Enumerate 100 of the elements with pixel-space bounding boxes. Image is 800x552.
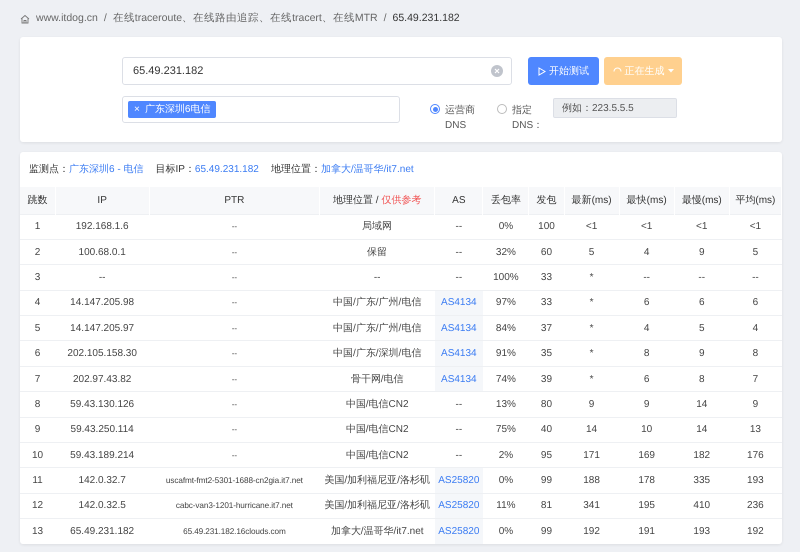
column-header: PTR — [224, 194, 244, 206]
table-cell: 骨干网/电信 — [350, 374, 404, 385]
table-cell: 59.43.130.126 — [70, 398, 134, 410]
table-cell: 7 — [34, 374, 40, 385]
play-icon — [538, 66, 546, 76]
table-cell: 191 — [638, 526, 655, 538]
table-cell: 192.168.1.6 — [76, 221, 129, 232]
column-header: 跳数 — [27, 194, 48, 206]
radio-label: 指定 DNS： — [512, 104, 544, 133]
clear-icon[interactable] — [491, 65, 503, 77]
remove-tag-icon[interactable]: × — [134, 102, 140, 117]
table-cell: 59.43.189.214 — [70, 450, 134, 461]
table-cell: 65.49.231.182.16clouds.com — [183, 527, 286, 536]
table-cell: -- — [232, 400, 238, 409]
table-cell: 192 — [583, 526, 600, 538]
info-label: 地理位置： — [270, 164, 321, 175]
table-cell: -- — [455, 450, 462, 461]
info-value: 加拿大/温哥华/it7.net — [320, 164, 414, 175]
table-cell: 8 — [34, 398, 40, 410]
table-cell: 0% — [498, 526, 514, 538]
table-cell: 14 — [696, 424, 708, 436]
table-cell: 0% — [498, 475, 514, 486]
radio-button[interactable] — [430, 104, 440, 114]
table-cell: 10 — [32, 450, 44, 461]
info-value: 广东深圳6 - 电信 — [69, 164, 144, 175]
table-cell: 192 — [747, 526, 764, 538]
breadcrumb-separator: / — [384, 10, 386, 26]
table-cell: 99 — [540, 526, 552, 538]
table-cell: 9 — [34, 424, 40, 436]
column-header-note: 仅供参考 — [381, 194, 422, 206]
breadcrumb-separator: / — [104, 10, 107, 26]
table-cell: 13% — [496, 398, 516, 410]
table-cell: 14 — [696, 398, 708, 410]
table-cell: 2% — [498, 450, 514, 461]
table-cell: 193 — [693, 526, 710, 538]
table-cell: -- — [232, 374, 238, 384]
radio-button[interactable] — [497, 104, 507, 114]
table-cell: <1 — [586, 221, 598, 232]
table-cell: -- — [374, 272, 380, 283]
table-cell: 97% — [496, 297, 516, 308]
table-cell: -- — [232, 425, 238, 434]
table-cell: -- — [232, 272, 238, 282]
table-cell: <1 — [640, 221, 652, 232]
radio-label: 运营商 DNS — [445, 104, 476, 133]
caret-icon — [668, 69, 674, 73]
table-cell: 410 — [693, 500, 710, 512]
column-header: 最慢(ms) — [682, 194, 722, 206]
table-cell: 39 — [540, 374, 552, 385]
info-label: 目标IP： — [155, 164, 195, 175]
node-select-field[interactable]: × 广东深圳6电信 — [122, 96, 400, 123]
table-cell: 9 — [644, 398, 650, 410]
column-header: 发包 — [536, 194, 556, 206]
table-cell: 74% — [496, 374, 516, 385]
table-cell: 8 — [644, 348, 650, 360]
table-cell: -- — [232, 222, 238, 232]
info-label: 监测点： — [29, 164, 69, 175]
table-cell: 75% — [496, 424, 516, 436]
table-cell: -- — [455, 272, 462, 283]
breadcrumb-link[interactable]: 在线traceroute、在线路由追踪、在线tracert、在线MTR — [112, 10, 378, 26]
breadcrumb-link[interactable]: www.itdog.cn — [36, 10, 98, 26]
table-cell: 100.68.0.1 — [78, 246, 126, 258]
table-cell: 335 — [693, 475, 710, 486]
table-cell: 14 — [586, 424, 598, 436]
table-cell: -- — [232, 248, 238, 257]
table-cell: 8 — [698, 374, 705, 385]
table-cell: <1 — [750, 221, 762, 232]
table-cell: * — [590, 272, 594, 283]
table-cell: 3 — [34, 272, 40, 283]
table-cell: 6 — [34, 348, 40, 360]
table-cell: -- — [232, 324, 238, 333]
column-header: IP — [97, 194, 107, 206]
table-cell: 4 — [34, 297, 40, 308]
table-cell: -- — [455, 221, 462, 232]
table-cell: 局域网 — [362, 221, 392, 232]
table-cell: 188 — [583, 475, 600, 486]
table-cell: -- — [98, 272, 106, 283]
table-cell: 14.147.205.97 — [70, 322, 134, 334]
table-cell: 32% — [496, 246, 516, 258]
table-cell: 5 — [34, 322, 40, 334]
table-cell: 100 — [538, 221, 555, 232]
table-cell: 中国/广东/广州/电信 — [333, 322, 422, 334]
target-input[interactable]: 65.49.231.182 — [122, 57, 512, 85]
table-cell: 60 — [540, 246, 552, 258]
table-cell: 178 — [638, 475, 655, 486]
table-cell: 341 — [583, 500, 600, 512]
table-cell: 美国/加利福尼亚/洛杉矶 — [324, 475, 430, 486]
table-cell: 1 — [34, 221, 40, 232]
table-cell: 182 — [693, 450, 710, 461]
table-cell: 6 — [698, 297, 705, 308]
table-cell: 8 — [752, 348, 758, 360]
column-header: AS — [452, 194, 466, 206]
table-cell: 6 — [644, 374, 650, 385]
start-button[interactable]: 开始测试 — [528, 57, 599, 85]
table-cell: 中国/电信CN2 — [346, 398, 409, 410]
table-cell: 2 — [34, 246, 40, 258]
table-cell: -- — [752, 272, 759, 283]
node-tag[interactable]: × 广东深圳6电信 — [128, 101, 216, 118]
table-cell: 81 — [540, 500, 552, 512]
table-cell: 6 — [752, 297, 758, 308]
table-cell: 9 — [698, 246, 705, 258]
